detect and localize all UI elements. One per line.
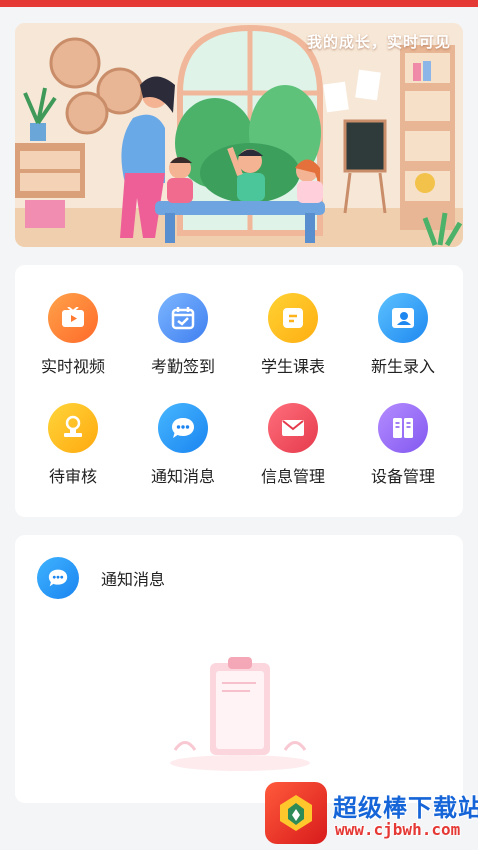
timetable-icon [268, 293, 318, 343]
menu-label: 实时视频 [40, 357, 105, 376]
classroom-illustration [15, 23, 463, 247]
menu-label: 通知消息 [150, 467, 215, 486]
menu-item-timetable[interactable]: 学生课表 [237, 293, 349, 393]
chat-icon [158, 403, 208, 453]
menu-label: 设备管理 [370, 467, 435, 486]
menu-item-device-management[interactable]: 设备管理 [347, 403, 459, 503]
watermark-url: www.cjbwh.com [335, 820, 461, 839]
menu-item-attendance[interactable]: 考勤签到 [127, 293, 239, 393]
stamp-icon [48, 403, 98, 453]
banner-image[interactable]: 我的成长，实时可见 [15, 23, 463, 247]
menu-label: 考勤签到 [150, 357, 215, 376]
menu-label: 学生课表 [260, 357, 325, 376]
watermark-logo-icon [265, 782, 327, 844]
watermark-name: 超级棒下载站 [333, 794, 478, 822]
notice-title: 通知消息 [101, 570, 166, 589]
notice-card: 通知消息 [15, 535, 463, 803]
top-status-bar [0, 0, 478, 7]
watermark: 超级棒下载站 www.cjbwh.com [265, 782, 478, 850]
menu-item-notifications[interactable]: 通知消息 [127, 403, 239, 503]
menu-item-new-student[interactable]: 新生录入 [347, 293, 459, 393]
banner-title: 我的成长，实时可见 [306, 33, 451, 51]
menu-item-info-management[interactable]: 信息管理 [237, 403, 349, 503]
device-icon [378, 403, 428, 453]
notice-header[interactable]: 通知消息 [37, 557, 165, 599]
menu-label: 新生录入 [370, 357, 435, 376]
user-card-icon [378, 293, 428, 343]
mail-icon [268, 403, 318, 453]
menu-label: 待审核 [48, 467, 97, 486]
menu-item-pending-review[interactable]: 待审核 [17, 403, 129, 503]
empty-state-icon [170, 657, 310, 771]
menu-label: 信息管理 [260, 467, 325, 486]
chat-icon [37, 557, 79, 599]
feature-menu-card: 实时视频 考勤签到 学生课表 新生录入 待审核 通知消息 信息管理 设备管理 [15, 265, 463, 517]
calendar-check-icon [158, 293, 208, 343]
menu-item-live-video[interactable]: 实时视频 [17, 293, 129, 393]
video-icon [48, 293, 98, 343]
